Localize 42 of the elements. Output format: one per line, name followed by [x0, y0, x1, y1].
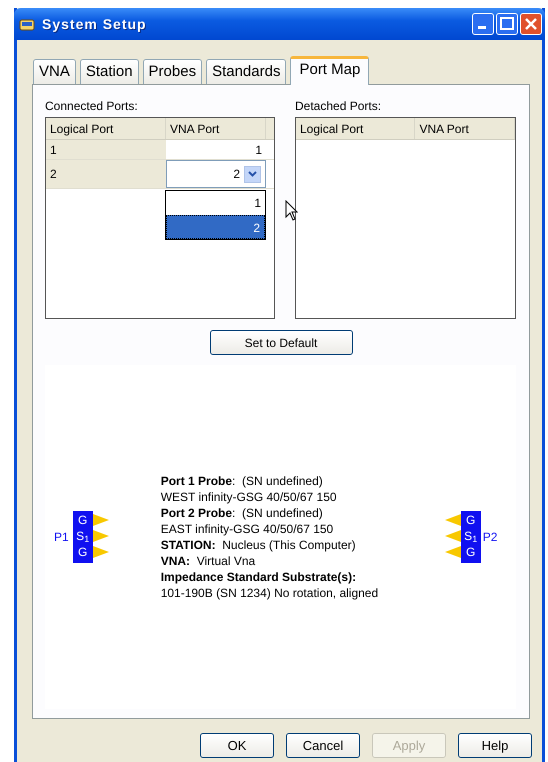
probe-label: P1 [54, 529, 69, 546]
tab[interactable]: Standards [206, 59, 286, 84]
minimize-icon [478, 26, 486, 29]
info-line: 101-190B (SN 1234) No rotation, aligned [160, 585, 380, 601]
dialog-button[interactable]: OK [200, 733, 274, 758]
column-header: Logical Port [46, 118, 166, 139]
probe-label: P2 [482, 529, 498, 546]
close-button[interactable] [520, 13, 542, 35]
set-default-button[interactable]: Set to Default [210, 330, 352, 355]
info-line: EAST infinity-GSG 40/50/67 150 [160, 521, 334, 537]
dialog-button[interactable]: Help [458, 733, 532, 758]
dialog-button[interactable]: Cancel [286, 733, 360, 758]
table-cell: 1 [46, 140, 166, 159]
dropdown-option[interactable]: 2 [166, 215, 265, 239]
dropdown-option[interactable]: 1 [166, 191, 265, 215]
contact-label: S$_{1}$ [464, 528, 478, 544]
column-header: VNA Port [415, 118, 515, 139]
section-label: Connected Ports: [45, 98, 138, 115]
tab[interactable]: Probes [142, 59, 202, 84]
info-line: Impedance Standard Substrate(s): [160, 569, 358, 585]
info-line: VNA: Virtual Vna [160, 553, 256, 569]
contact-label: G [78, 544, 88, 560]
maximize-icon [498, 15, 516, 33]
section-label: Detached Ports: [295, 98, 382, 115]
info-line: STATION: Nucleus (This Computer) [160, 537, 357, 553]
maximize-button[interactable] [496, 13, 518, 35]
contact-label: G [78, 512, 88, 528]
tab[interactable]: Port Map [290, 56, 370, 85]
window-title: System Setup [42, 14, 148, 34]
dropdown-field[interactable]: 2 [166, 160, 266, 188]
info-line: Port 2 Probe: (SN undefined) [160, 505, 324, 521]
table-cell: 2 [46, 160, 166, 188]
column-header: Logical Port [296, 118, 416, 139]
contact-label: S$_{1}$ [76, 528, 90, 544]
contact-label: G [466, 544, 476, 560]
minimize-button[interactable] [472, 13, 494, 35]
tab[interactable]: Station [80, 59, 139, 84]
contact-label: G [466, 512, 476, 528]
tab[interactable]: VNA [33, 59, 76, 84]
info-line: Port 1 Probe: (SN undefined) [160, 473, 324, 489]
column-header: VNA Port [166, 118, 266, 139]
info-line: WEST infinity-GSG 40/50/67 150 [160, 489, 338, 505]
